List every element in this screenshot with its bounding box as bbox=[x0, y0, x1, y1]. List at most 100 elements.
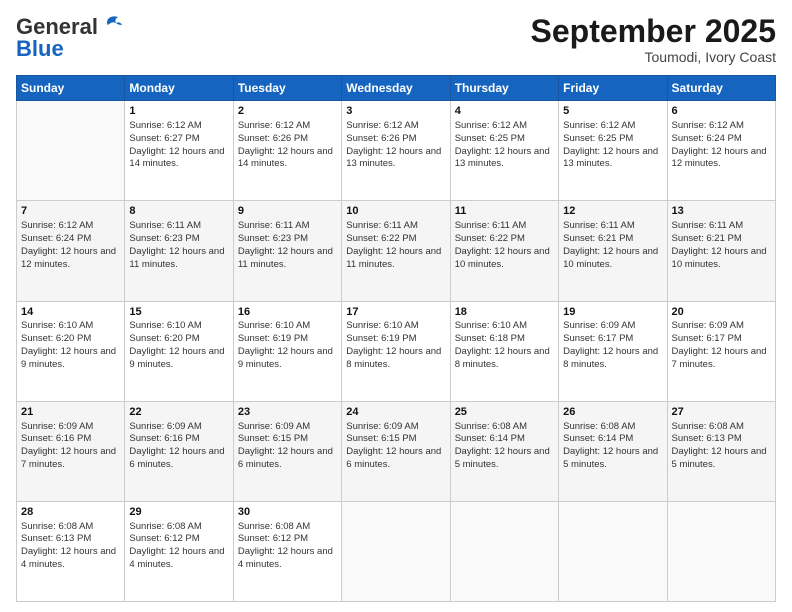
day-info: Sunrise: 6:09 AM bbox=[346, 421, 445, 434]
col-monday: Monday bbox=[125, 76, 233, 101]
day-info: Sunrise: 6:12 AM bbox=[672, 120, 771, 133]
col-tuesday: Tuesday bbox=[233, 76, 341, 101]
day-info: Sunrise: 6:12 AM bbox=[346, 120, 445, 133]
day-info: Daylight: 12 hours and 11 minutes. bbox=[346, 246, 445, 272]
day-info: Daylight: 12 hours and 9 minutes. bbox=[129, 346, 228, 372]
day-info: Daylight: 12 hours and 9 minutes. bbox=[238, 346, 337, 372]
day-number: 21 bbox=[21, 405, 120, 420]
calendar-week-row: 21Sunrise: 6:09 AMSunset: 6:16 PMDayligh… bbox=[17, 401, 776, 501]
day-number: 17 bbox=[346, 305, 445, 320]
day-info: Daylight: 12 hours and 6 minutes. bbox=[129, 446, 228, 472]
day-info: Sunset: 6:14 PM bbox=[563, 433, 662, 446]
day-info: Sunset: 6:25 PM bbox=[563, 133, 662, 146]
day-info: Sunset: 6:19 PM bbox=[238, 333, 337, 346]
day-info: Daylight: 12 hours and 9 minutes. bbox=[21, 346, 120, 372]
day-info: Sunrise: 6:10 AM bbox=[455, 320, 554, 333]
day-number: 27 bbox=[672, 405, 771, 420]
table-row: 30Sunrise: 6:08 AMSunset: 6:12 PMDayligh… bbox=[233, 501, 341, 601]
table-row: 3Sunrise: 6:12 AMSunset: 6:26 PMDaylight… bbox=[342, 101, 450, 201]
table-row: 29Sunrise: 6:08 AMSunset: 6:12 PMDayligh… bbox=[125, 501, 233, 601]
day-info: Sunrise: 6:11 AM bbox=[672, 220, 771, 233]
day-info: Sunrise: 6:10 AM bbox=[346, 320, 445, 333]
day-number: 12 bbox=[563, 204, 662, 219]
day-info: Daylight: 12 hours and 10 minutes. bbox=[563, 246, 662, 272]
day-number: 8 bbox=[129, 204, 228, 219]
day-info: Sunset: 6:16 PM bbox=[21, 433, 120, 446]
logo-bird-icon bbox=[100, 15, 122, 35]
day-number: 9 bbox=[238, 204, 337, 219]
day-info: Sunrise: 6:08 AM bbox=[563, 421, 662, 434]
day-info: Sunset: 6:24 PM bbox=[21, 233, 120, 246]
day-info: Sunset: 6:23 PM bbox=[238, 233, 337, 246]
table-row: 27Sunrise: 6:08 AMSunset: 6:13 PMDayligh… bbox=[667, 401, 775, 501]
table-row: 22Sunrise: 6:09 AMSunset: 6:16 PMDayligh… bbox=[125, 401, 233, 501]
day-info: Sunrise: 6:08 AM bbox=[672, 421, 771, 434]
col-thursday: Thursday bbox=[450, 76, 558, 101]
calendar-week-row: 7Sunrise: 6:12 AMSunset: 6:24 PMDaylight… bbox=[17, 201, 776, 301]
calendar-week-row: 1Sunrise: 6:12 AMSunset: 6:27 PMDaylight… bbox=[17, 101, 776, 201]
day-info: Daylight: 12 hours and 14 minutes. bbox=[129, 146, 228, 172]
table-row: 24Sunrise: 6:09 AMSunset: 6:15 PMDayligh… bbox=[342, 401, 450, 501]
day-info: Sunrise: 6:12 AM bbox=[238, 120, 337, 133]
day-info: Daylight: 12 hours and 13 minutes. bbox=[346, 146, 445, 172]
day-info: Sunrise: 6:08 AM bbox=[238, 521, 337, 534]
calendar-header-row: Sunday Monday Tuesday Wednesday Thursday… bbox=[17, 76, 776, 101]
day-info: Sunrise: 6:10 AM bbox=[21, 320, 120, 333]
day-info: Sunset: 6:12 PM bbox=[238, 533, 337, 546]
day-info: Daylight: 12 hours and 5 minutes. bbox=[672, 446, 771, 472]
table-row: 13Sunrise: 6:11 AMSunset: 6:21 PMDayligh… bbox=[667, 201, 775, 301]
col-saturday: Saturday bbox=[667, 76, 775, 101]
day-info: Sunset: 6:12 PM bbox=[129, 533, 228, 546]
day-info: Sunset: 6:24 PM bbox=[672, 133, 771, 146]
day-number: 10 bbox=[346, 204, 445, 219]
day-number: 28 bbox=[21, 505, 120, 520]
day-number: 13 bbox=[672, 204, 771, 219]
day-info: Sunset: 6:21 PM bbox=[563, 233, 662, 246]
table-row: 23Sunrise: 6:09 AMSunset: 6:15 PMDayligh… bbox=[233, 401, 341, 501]
col-wednesday: Wednesday bbox=[342, 76, 450, 101]
day-info: Daylight: 12 hours and 8 minutes. bbox=[346, 346, 445, 372]
day-info: Daylight: 12 hours and 7 minutes. bbox=[672, 346, 771, 372]
calendar-table: Sunday Monday Tuesday Wednesday Thursday… bbox=[16, 75, 776, 602]
day-info: Sunset: 6:13 PM bbox=[672, 433, 771, 446]
day-info: Sunrise: 6:09 AM bbox=[563, 320, 662, 333]
day-info: Daylight: 12 hours and 13 minutes. bbox=[455, 146, 554, 172]
day-info: Sunset: 6:25 PM bbox=[455, 133, 554, 146]
table-row bbox=[17, 101, 125, 201]
col-friday: Friday bbox=[559, 76, 667, 101]
location-subtitle: Toumodi, Ivory Coast bbox=[531, 49, 776, 65]
day-info: Sunset: 6:26 PM bbox=[238, 133, 337, 146]
day-info: Sunset: 6:22 PM bbox=[346, 233, 445, 246]
title-section: September 2025 Toumodi, Ivory Coast bbox=[531, 14, 776, 65]
day-info: Sunset: 6:16 PM bbox=[129, 433, 228, 446]
table-row bbox=[342, 501, 450, 601]
day-info: Daylight: 12 hours and 4 minutes. bbox=[21, 546, 120, 572]
day-info: Daylight: 12 hours and 10 minutes. bbox=[455, 246, 554, 272]
table-row: 25Sunrise: 6:08 AMSunset: 6:14 PMDayligh… bbox=[450, 401, 558, 501]
day-info: Sunset: 6:19 PM bbox=[346, 333, 445, 346]
day-info: Sunset: 6:20 PM bbox=[21, 333, 120, 346]
day-info: Sunset: 6:17 PM bbox=[563, 333, 662, 346]
day-info: Sunrise: 6:11 AM bbox=[563, 220, 662, 233]
day-info: Daylight: 12 hours and 12 minutes. bbox=[672, 146, 771, 172]
day-info: Sunset: 6:21 PM bbox=[672, 233, 771, 246]
day-info: Sunrise: 6:10 AM bbox=[129, 320, 228, 333]
day-info: Sunset: 6:15 PM bbox=[238, 433, 337, 446]
table-row: 9Sunrise: 6:11 AMSunset: 6:23 PMDaylight… bbox=[233, 201, 341, 301]
day-info: Sunrise: 6:09 AM bbox=[129, 421, 228, 434]
day-info: Sunset: 6:14 PM bbox=[455, 433, 554, 446]
day-number: 25 bbox=[455, 405, 554, 420]
calendar-week-row: 28Sunrise: 6:08 AMSunset: 6:13 PMDayligh… bbox=[17, 501, 776, 601]
col-sunday: Sunday bbox=[17, 76, 125, 101]
day-info: Daylight: 12 hours and 11 minutes. bbox=[238, 246, 337, 272]
day-info: Sunrise: 6:12 AM bbox=[129, 120, 228, 133]
table-row bbox=[559, 501, 667, 601]
day-info: Daylight: 12 hours and 4 minutes. bbox=[238, 546, 337, 572]
day-number: 14 bbox=[21, 305, 120, 320]
day-info: Sunrise: 6:08 AM bbox=[21, 521, 120, 534]
day-info: Daylight: 12 hours and 12 minutes. bbox=[21, 246, 120, 272]
day-info: Sunset: 6:26 PM bbox=[346, 133, 445, 146]
day-info: Sunset: 6:17 PM bbox=[672, 333, 771, 346]
table-row: 7Sunrise: 6:12 AMSunset: 6:24 PMDaylight… bbox=[17, 201, 125, 301]
day-info: Sunrise: 6:12 AM bbox=[21, 220, 120, 233]
